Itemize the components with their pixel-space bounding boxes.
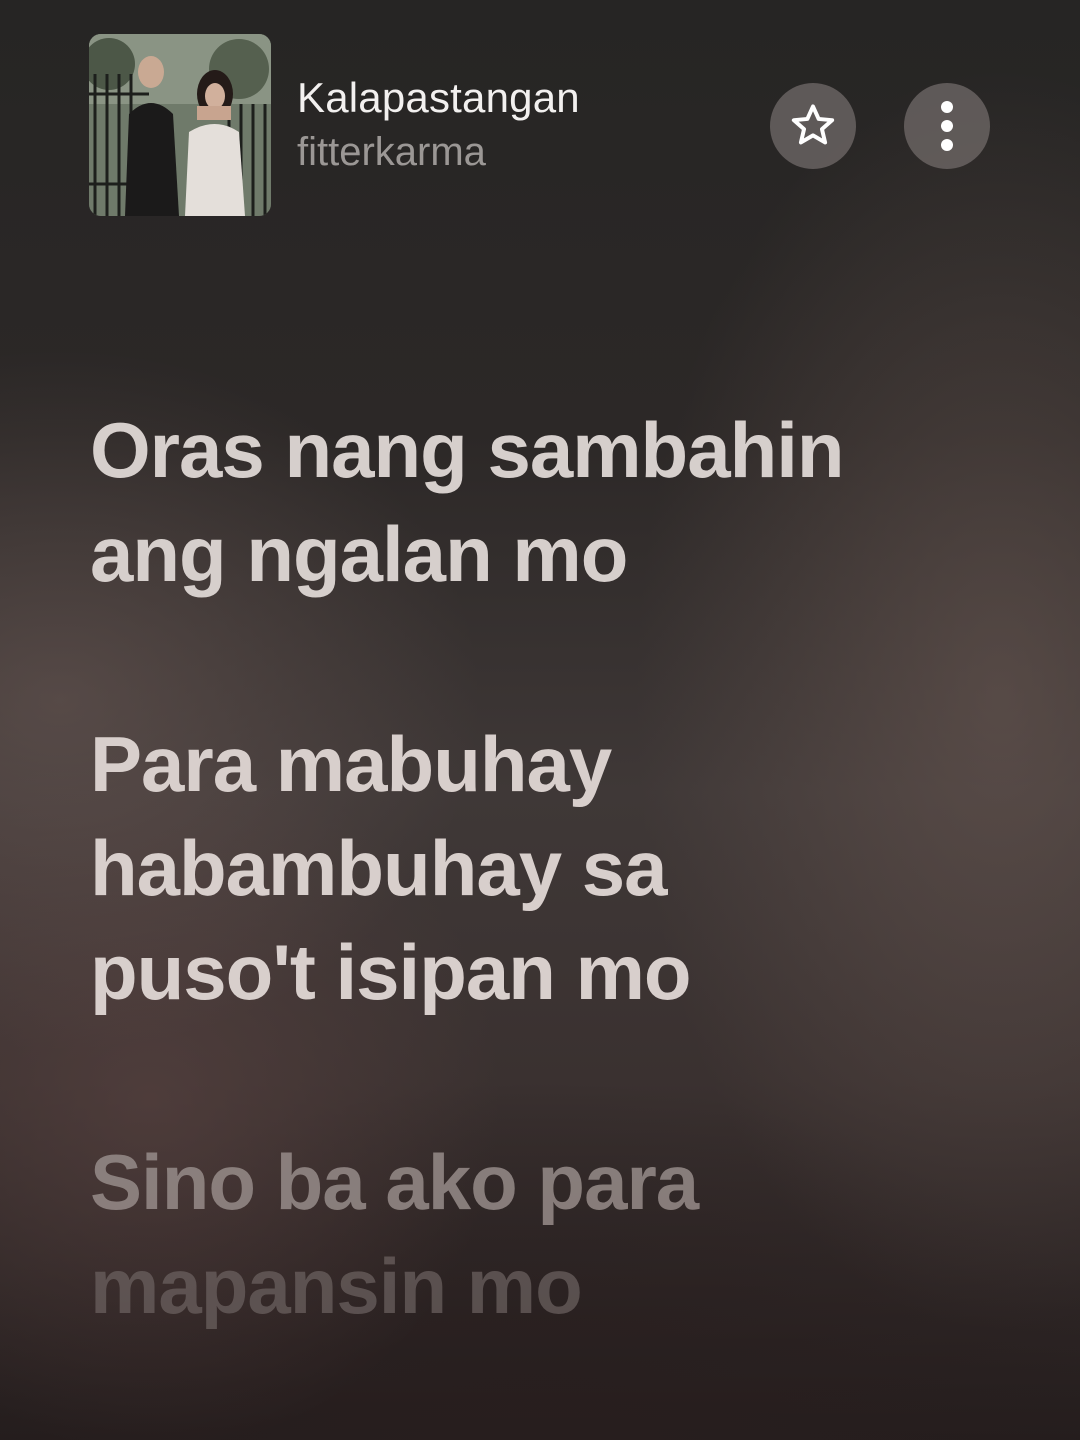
lyric-verse[interactable]: Para mabuhay habambuhay sa puso't isipan… xyxy=(90,712,990,1024)
star-icon xyxy=(791,104,835,145)
track-title: Kalapastangan xyxy=(297,74,580,121)
lyric-line: puso't isipan mo xyxy=(90,928,692,1016)
lyric-line: Sino ba ako para xyxy=(90,1138,699,1226)
more-vertical-icon xyxy=(941,101,953,151)
album-cover[interactable] xyxy=(89,34,271,216)
favorite-button[interactable] xyxy=(770,83,856,169)
now-playing-header: Kalapastangan fitterkarma xyxy=(0,0,1080,250)
lyric-line: ang ngalan mo xyxy=(90,510,628,598)
lyric-line: Oras nang sambahin xyxy=(90,406,845,494)
album-cover-image xyxy=(89,34,271,216)
lyrics-panel[interactable]: Oras nang sambahin ang ngalan mo Para ma… xyxy=(90,398,990,1338)
lyric-verse-active[interactable]: Oras nang sambahin ang ngalan mo xyxy=(90,398,990,606)
lyric-line: Para mabuhay xyxy=(90,720,612,808)
lyric-line: mapansin mo xyxy=(90,1242,583,1330)
more-options-button[interactable] xyxy=(904,83,990,169)
lyric-line: habambuhay sa xyxy=(90,824,668,912)
track-artist[interactable]: fitterkarma xyxy=(297,130,486,175)
lyric-verse-upcoming[interactable]: Sino ba ako para mapansin mo xyxy=(90,1130,990,1338)
